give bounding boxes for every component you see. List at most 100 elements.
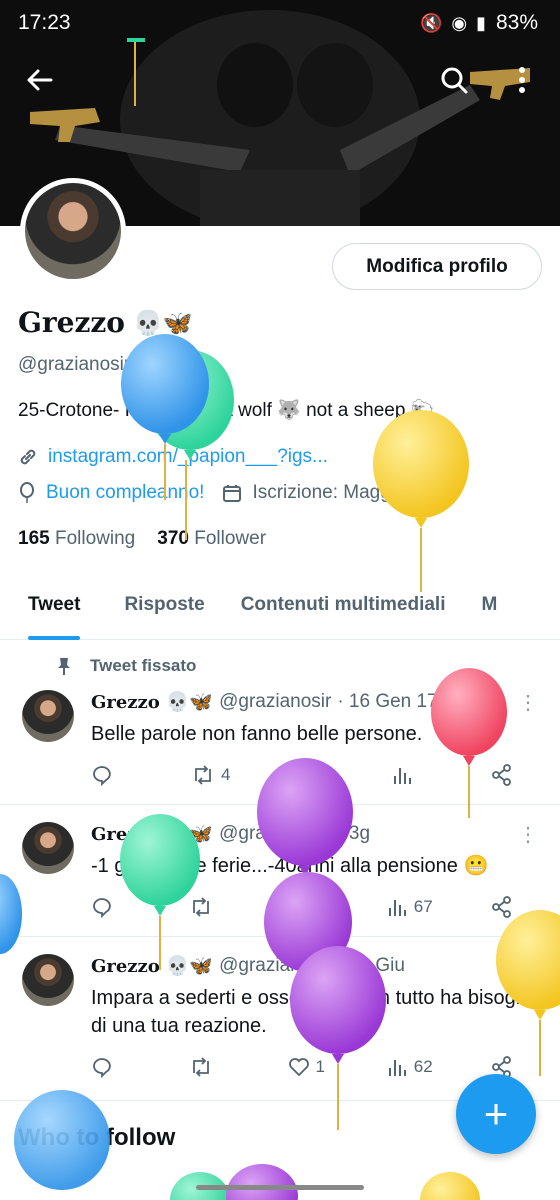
more-button[interactable] xyxy=(502,60,542,100)
tweet-text: Impara a sederti e osservare, non tutto … xyxy=(91,987,538,1037)
tweet-actions: 1 62 xyxy=(91,1056,531,1078)
tweet-date: · 3g xyxy=(337,823,371,844)
balloon-icon xyxy=(20,482,34,503)
views-count: 62 xyxy=(413,1057,433,1076)
search-icon xyxy=(441,67,468,94)
reply-button[interactable] xyxy=(91,764,131,786)
pinned-text: Tweet fissato xyxy=(90,656,197,675)
like-button[interactable]: 4 xyxy=(291,764,331,786)
views-icon xyxy=(388,900,406,916)
tweet-date: · 14 Giu xyxy=(337,955,405,976)
like-icon xyxy=(292,766,312,785)
share-icon xyxy=(492,764,511,786)
birthday-text[interactable]: Buon compleanno! xyxy=(46,482,204,504)
pinned-label: Tweet fissato xyxy=(56,656,196,676)
tweet-author[interactable]: Grezzo xyxy=(91,692,160,713)
back-button[interactable] xyxy=(20,60,60,100)
retweet-icon xyxy=(195,765,211,785)
views-icon xyxy=(388,1060,406,1076)
views-button[interactable] xyxy=(391,764,431,786)
balloon-icon xyxy=(226,1164,298,1200)
search-button[interactable] xyxy=(434,60,474,100)
tab-media[interactable]: Contenuti multimediali xyxy=(241,580,446,640)
reply-icon xyxy=(93,898,111,918)
retweet-button[interactable] xyxy=(189,1056,229,1078)
tweet-date: · 16 Gen 17 xyxy=(337,691,438,712)
joined-date: Iscrizione: Maggio 2014 xyxy=(252,482,454,503)
divider xyxy=(0,804,560,805)
profile-tabs: Tweet Risposte Contenuti multimediali M xyxy=(0,580,560,640)
follow-stats: 165 Following 370 Follower xyxy=(18,528,266,550)
profile-avatar[interactable] xyxy=(20,178,126,284)
like-icon xyxy=(288,1058,309,1077)
tweet-item[interactable]: Grezzo 💀🦋 @grazianosir · 14 Giu ⋮ Impara… xyxy=(0,954,560,1094)
tweet-author-emojis: 💀🦋 xyxy=(165,956,214,977)
views-count: 67 xyxy=(413,897,433,916)
tweet-more-button[interactable]: ⋮ xyxy=(518,690,538,715)
like-count: 2 xyxy=(315,897,325,916)
tweet-item[interactable]: Grezzo 💀🦋 @grazianosir · 3g ⋮ -1 giorno … xyxy=(0,822,560,936)
tweet-actions: 4 4 xyxy=(91,764,531,786)
retweet-icon xyxy=(193,1057,210,1077)
views-button[interactable]: 67 xyxy=(386,896,433,918)
tab-risposte[interactable]: Risposte xyxy=(124,580,204,640)
profile-link-text[interactable]: instagram.com/_papion___?igs... xyxy=(48,446,328,468)
share-icon xyxy=(492,896,511,918)
tweet-header: Grezzo 💀🦋 @grazianosir · 16 Gen 17 xyxy=(91,690,438,714)
profile-meta: Buon compleanno! Iscrizione: Maggio 2014 xyxy=(18,482,453,504)
compose-tweet-button[interactable]: + xyxy=(456,1074,536,1154)
views-button[interactable]: 62 xyxy=(386,1056,433,1078)
tweet-avatar[interactable] xyxy=(22,954,74,1006)
balloon-icon xyxy=(420,1172,480,1200)
balloon-icon xyxy=(146,350,234,540)
avatar-photo xyxy=(25,183,121,279)
who-to-follow-heading: Who to follow xyxy=(18,1124,176,1151)
retweet-count: 4 xyxy=(221,765,231,784)
following-label: Following xyxy=(54,528,136,549)
signal-icons: 🔇 ◉ ▮ xyxy=(419,12,488,33)
views-icon xyxy=(394,768,411,784)
following-link[interactable]: 165 Following xyxy=(18,528,135,550)
tweet-author[interactable]: Grezzo xyxy=(91,824,160,845)
retweet-button[interactable] xyxy=(189,896,229,918)
reply-icon xyxy=(93,766,111,786)
profile-link[interactable]: instagram.com/_papion___?igs... xyxy=(18,446,328,468)
profile-handle: @grazianosir xyxy=(18,354,131,375)
tweet-header: Grezzo 💀🦋 @grazianosir · 3g xyxy=(91,822,370,846)
retweet-button[interactable]: 4 xyxy=(191,764,231,786)
tweet-author[interactable]: Grezzo xyxy=(91,956,160,977)
reply-button[interactable] xyxy=(91,896,131,918)
reply-icon xyxy=(93,1058,111,1078)
tweet-header: Grezzo 💀🦋 @grazianosir · 14 Giu xyxy=(91,954,405,978)
status-time: 17:23 xyxy=(18,11,71,34)
following-count: 165 xyxy=(18,528,50,549)
pin-icon xyxy=(58,658,70,675)
tab-more[interactable]: M xyxy=(481,580,497,640)
tweet-item[interactable]: Grezzo 💀🦋 @grazianosir · 16 Gen 17 ⋮ Bel… xyxy=(0,690,560,804)
home-indicator[interactable] xyxy=(196,1185,364,1190)
reply-button[interactable] xyxy=(91,1056,131,1078)
edit-profile-button[interactable]: Modifica profilo xyxy=(332,243,542,290)
tweet-avatar[interactable] xyxy=(22,690,74,742)
tweet-text: -1 giorno alle ferie...-40anni alla pens… xyxy=(91,855,489,877)
like-count: 1 xyxy=(315,1057,325,1076)
like-button[interactable]: 1 xyxy=(288,1056,328,1078)
profile-bio: 25-Crotone- Italy 🇮🇹 Be a wolf 🐺 not a s… xyxy=(18,400,435,421)
share-button[interactable] xyxy=(491,896,531,918)
tweet-handle: @grazianosir xyxy=(219,823,332,844)
like-count: 4 xyxy=(319,765,329,784)
tweet-more-button[interactable]: ⋮ xyxy=(518,822,538,847)
like-button[interactable]: 2 xyxy=(288,896,328,918)
link-icon xyxy=(20,449,36,465)
tweet-avatar[interactable] xyxy=(22,822,74,874)
tweet-actions: 2 67 xyxy=(91,896,531,918)
share-button[interactable] xyxy=(491,764,531,786)
tweet-more-button[interactable]: ⋮ xyxy=(518,954,538,979)
status-bar: 17:23 🔇 ◉ ▮ 83% xyxy=(0,0,560,46)
tweet-text: Belle parole non fanno belle persone. xyxy=(91,723,423,745)
tab-tweet[interactable]: Tweet xyxy=(28,580,81,640)
profile-name-emojis: 💀🦋 xyxy=(132,308,193,337)
compose-icon: + xyxy=(483,1090,509,1137)
tweet-handle: @grazianosir xyxy=(219,955,332,976)
followers-link[interactable]: 370 Follower xyxy=(157,528,266,550)
